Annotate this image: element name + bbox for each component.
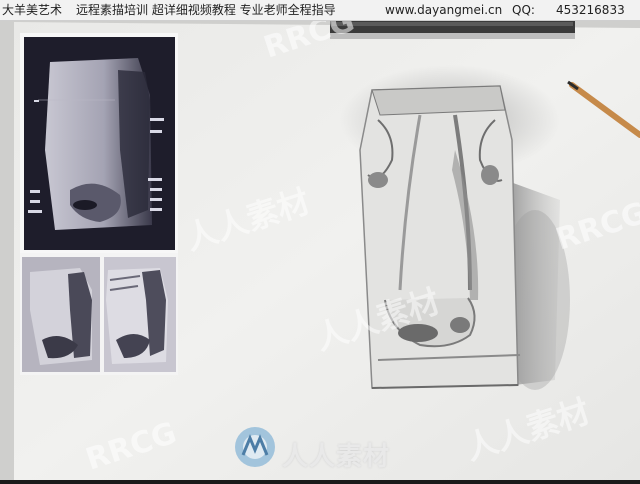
site-logo-text: 人人素材 [282, 442, 391, 472]
photo-scene: RRCG RRCG RRCG 人人素材 人人素材 人人素材 [0, 0, 640, 480]
reference-photo-main [20, 33, 178, 253]
reference-photo-pair [20, 253, 178, 375]
website-link[interactable]: www.dayangmei.cn [385, 1, 502, 19]
pencil-nose-drawing [340, 65, 570, 390]
qq-number: 453216833 [556, 3, 625, 17]
course-description: 远程素描培训 超详细视频教程 专业老师全程指导 [76, 3, 336, 17]
qq-label: QQ: [512, 3, 535, 17]
header-banner: 大羊美艺术 远程素描培训 超详细视频教程 专业老师全程指导 www.dayang… [0, 0, 640, 21]
brand-name: 大羊美艺术 [2, 3, 63, 17]
site-logo-icon [235, 427, 275, 467]
